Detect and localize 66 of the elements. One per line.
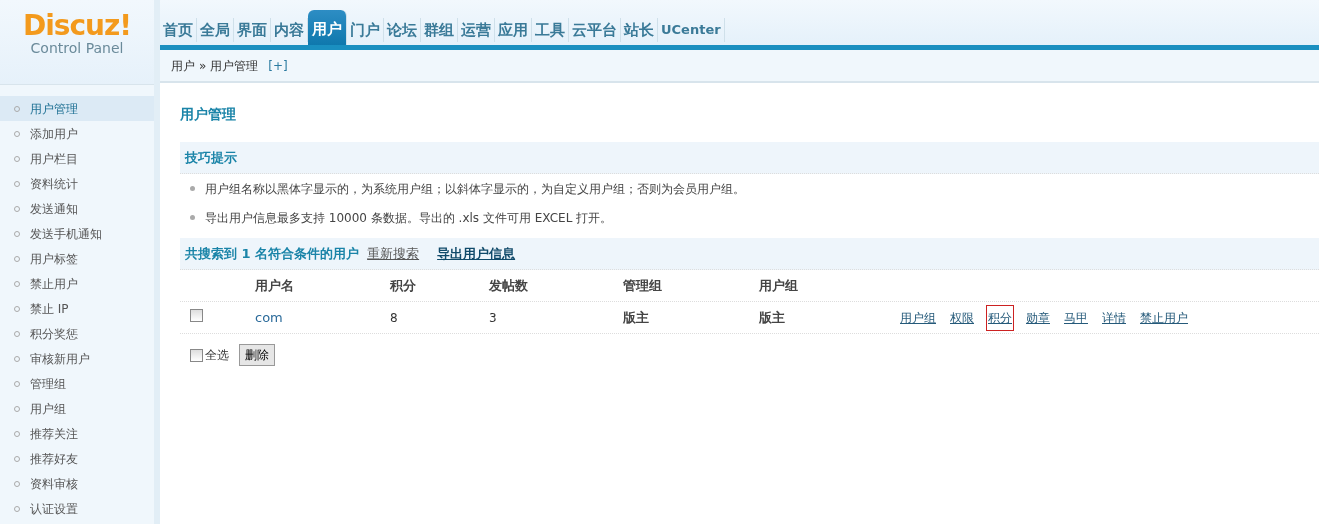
table-cell-text: 3: [489, 309, 498, 327]
table-cell-text: 版主: [759, 308, 786, 327]
sidebar-item[interactable]: 用户管理: [0, 96, 154, 121]
nav-tab[interactable]: 云平台: [569, 18, 621, 42]
nav-tab[interactable]: 站长: [621, 18, 658, 42]
nav-tab[interactable]: 首页: [160, 18, 197, 42]
breadcrumb-separator: »: [199, 57, 207, 75]
nav-tab[interactable]: 门户: [347, 18, 384, 42]
delete-button[interactable]: 删除: [239, 344, 275, 366]
add-shortcut-link[interactable]: [+]: [268, 56, 288, 75]
table-cell-text: 版主: [623, 308, 650, 327]
research-link[interactable]: 重新搜索: [367, 243, 420, 264]
logo-subtitle: Control Panel: [29, 40, 125, 56]
sidebar-item[interactable]: 发送通知: [0, 196, 154, 221]
sidebar-item[interactable]: 资料审核: [0, 471, 154, 496]
nav-tab[interactable]: 运营: [458, 18, 495, 42]
action-link[interactable]: 积分: [986, 304, 1014, 331]
sidebar-item[interactable]: 审核新用户: [0, 346, 154, 371]
select-all-label: 全选: [205, 347, 229, 364]
sidebar-item[interactable]: 发送手机通知: [0, 221, 154, 246]
sidebar-item[interactable]: 管理组: [0, 371, 154, 396]
row-checkbox[interactable]: [190, 308, 203, 322]
tips-title: 技巧提示: [185, 148, 237, 167]
nav-tab[interactable]: 全局: [197, 18, 234, 42]
breadcrumb-item: 用户: [171, 57, 195, 75]
sidebar-item[interactable]: 积分奖惩: [0, 321, 154, 346]
nav-tab[interactable]: 群组: [421, 18, 458, 42]
nav-tab[interactable]: 应用: [495, 18, 532, 42]
sidebar-item[interactable]: 推荐关注: [0, 421, 154, 446]
tip-text: 用户组名称以黑体字显示的，为系统用户组；以斜体字显示的，为自定义用户组；否则为会员用户组。: [205, 180, 745, 198]
column-header: 发帖数: [489, 276, 529, 295]
export-link[interactable]: 导出用户信息: [437, 243, 516, 264]
select-all-checkbox[interactable]: [190, 348, 203, 362]
action-link[interactable]: 禁止用户: [1138, 304, 1190, 331]
column-header: 用户组: [759, 276, 799, 295]
breadcrumb-item: 用户管理: [210, 57, 259, 75]
sidebar-item[interactable]: 用户栏目: [0, 146, 154, 171]
table-cell-text: 8: [390, 309, 399, 327]
nav-tab[interactable]: 工具: [532, 18, 569, 42]
nav-tab[interactable]: UCenter: [658, 18, 725, 42]
column-header: 管理组: [623, 276, 663, 295]
results-summary: 共搜索到 1 名符合条件的用户: [185, 244, 360, 263]
page-title: 用户管理: [180, 105, 237, 124]
sidebar-item[interactable]: 资料统计: [0, 171, 154, 196]
sidebar-item[interactable]: 用户标签: [0, 246, 154, 271]
column-header: 用户名: [255, 276, 295, 295]
sidebar-item[interactable]: 添加用户: [0, 121, 154, 146]
tip-text: 导出用户信息最多支持 10000 条数据。导出的 .xls 文件可用 EXCEL 打开。: [205, 209, 613, 227]
sidebar-item[interactable]: 推荐好友: [0, 446, 154, 471]
nav-tab[interactable]: 用户: [308, 10, 347, 45]
nav-tab[interactable]: 论坛: [384, 18, 421, 42]
sidebar-item[interactable]: 禁止用户: [0, 271, 154, 296]
sidebar-item[interactable]: 认证设置: [0, 496, 154, 521]
bullet-icon: [190, 186, 195, 191]
logo-text: Discuz!: [21, 12, 133, 40]
action-link[interactable]: 马甲: [1062, 304, 1090, 331]
sidebar-item[interactable]: 禁止 IP: [0, 296, 154, 321]
sidebar-item[interactable]: 用户组: [0, 396, 154, 421]
action-link[interactable]: 详情: [1100, 304, 1128, 331]
action-link[interactable]: 权限: [948, 304, 976, 331]
bullet-icon: [190, 215, 195, 220]
nav-tab[interactable]: 界面: [234, 18, 271, 42]
action-link[interactable]: 勋章: [1024, 304, 1052, 331]
column-header: 积分: [390, 276, 417, 295]
action-link[interactable]: 用户组: [898, 304, 938, 331]
username-link[interactable]: com: [255, 309, 283, 325]
